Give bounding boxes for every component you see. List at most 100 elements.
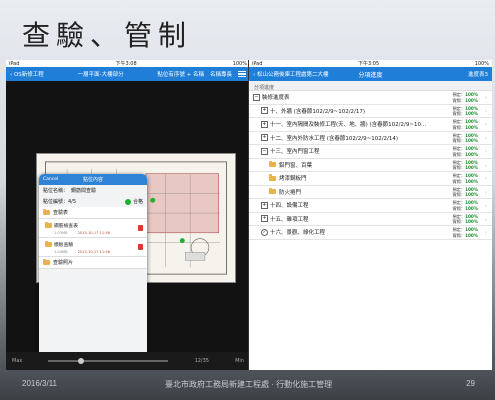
expand-icon[interactable]: + [261,215,268,223]
chevron-right-icon: › [485,162,487,169]
planned-label: 預定： [452,119,466,124]
pdf-icon[interactable] [138,244,143,250]
progress-values: 預定：100% 實際：100% [452,227,478,238]
zoom-slider[interactable] [48,358,169,364]
chevron-right-icon: › [485,122,487,128]
folder-icon [269,174,276,181]
folder-label: 查驗表 [53,210,69,216]
progress-row[interactable]: + 十二、室內外防水工程 (含春節102/2/9~102/2/14) 預定：100%… [249,132,492,145]
back-label: 松山公務後庫工程處第二大樓 [256,72,329,78]
point-label-mode-button[interactable]: 點位有序號 + 名稱 [157,70,204,78]
progress-row[interactable]: ✓ 十六、景觀、綠化工程 預定：100% 實際：100% › [249,226,492,240]
actual-value: 100% [465,97,478,103]
carrier-label: iPad [252,60,263,67]
planned-label: 預定： [452,213,466,219]
actual-value: 100% [465,151,478,157]
planned-value: 100% [465,186,478,192]
chevron-right-icon: › [485,135,487,142]
planned-value: 100% [465,200,478,205]
actual-label: 實際： [452,192,466,197]
progress-row[interactable]: 鋁門窗、百葉 預定：100% 實際：100% › [249,159,492,172]
actual-label: 實際： [452,205,466,211]
point-detail-popover: Cancel 點位內容 點位名稱： 鋼筋間查驗 點位編號：4/5 合格 查驗表 … [39,174,147,369]
progress-row[interactable]: − 裝修進度表 預定：100% 實際：100% › [249,91,492,105]
back-button[interactable]: ‹ 松山公務後庫工程處第二大樓 [253,70,328,78]
actual-label: 實際： [452,124,466,130]
document-item[interactable]: 鋼筋檢查表 1.03MB 2013-10-17 11:56 [39,219,147,238]
planned-label: 預定： [452,146,466,151]
expand-icon[interactable]: + [261,120,268,128]
progress-list: − 裝修進度表 預定：100% 實際：100% › + 十、外牆 (含春節102/2/9~1… [249,91,492,240]
footer-organization: 臺北市政府工務局新建工程處 · 行動化施工管理 [165,380,333,389]
planned-value: 100% [465,132,478,138]
chevron-right-icon: › [485,149,487,155]
planned-label: 預定： [452,132,466,138]
actual-label: 實際： [452,232,466,238]
actual-value: 100% [465,138,478,143]
popover-header: Cancel 點位內容 [39,174,147,185]
chevron-right-icon: › [485,189,487,196]
nav-bar: ‹ OS新修工程 一層平面-大樓部分 點位有序號 + 名稱 名稱專長 [6,67,250,81]
chevron-right-icon: › [485,176,487,182]
folder-photos[interactable]: 查驗照片 [39,257,147,269]
menu-icon[interactable] [238,70,246,78]
planned-value: 100% [465,227,478,232]
footer-page-number: 29 [466,379,475,388]
left-tablet-screen: iPad 下午3:08 100% ‹ OS新修工程 一層平面-大樓部分 點位有序… [6,60,250,370]
planned-label: 預定： [452,105,466,111]
status-bar: iPad 下午3:08 100% [6,60,250,67]
progress-values: 預定：100% 實際：100% [452,187,478,198]
actual-value: 100% [465,192,478,197]
pdf-icon[interactable] [138,225,143,231]
progress-table-button[interactable]: 進度表3 [468,70,488,78]
collapse-icon[interactable]: − [261,147,268,155]
progress-row[interactable]: + 十四、設備工程 預定：100% 實際：100% › [249,199,492,213]
document-title: 鋼筋檢查表 [54,224,78,229]
progress-row[interactable]: + 十、外牆 (含春節102/2/9~102/2/17) 預定：100% 實際：100… [249,105,492,118]
progress-values: 預定：100% 實際：100% [452,92,478,103]
chevron-right-icon: › [485,230,487,236]
progress-row[interactable]: + 十一、室內隔間及裝修工程(天、地、牆) (含春節102/2/9~10... 預定… [249,118,492,132]
cancel-button[interactable]: Cancel [43,177,58,182]
actual-value: 100% [465,178,478,184]
progress-values: 預定：100% 實際：100% [452,173,478,184]
document-date: 2013-10-17 11:56 [77,250,110,254]
document-title: 模板查驗 [54,243,74,248]
expand-icon[interactable]: + [261,201,268,209]
folder-icon [269,187,276,195]
progress-row[interactable]: 烤漆鋼板門 預定：100% 實際：100% › [249,172,492,186]
actual-value: 100% [465,219,478,224]
zoom-max-label: Max [12,358,23,364]
document-size: 1.03MB [54,231,68,235]
progress-values: 預定：100% 實際：100% [452,146,478,157]
status-time: 下午3:08 [115,61,137,67]
floor-plan-area[interactable]: Cancel 點位內容 點位名稱： 鋼筋間查驗 點位編號：4/5 合格 查驗表 … [6,81,250,369]
footer-date: 2016/3/11 [22,379,57,388]
progress-row[interactable]: + 十五、雜項工程 預定：100% 實際：100% › [249,213,492,226]
planned-value: 100% [465,213,478,219]
expand-icon[interactable]: + [261,107,268,115]
planned-label: 預定： [452,227,466,232]
actual-label: 實際： [452,138,466,143]
collapse-icon[interactable]: − [253,93,260,101]
planned-label: 預定： [452,173,466,178]
planned-label: 預定： [452,186,466,192]
document-item[interactable]: 模板查驗 1.04MB 2013-10-17 11:56 [39,238,147,257]
completed-check-icon: ✓ [261,228,268,236]
folder-inspection[interactable]: 查驗表 [39,207,147,219]
back-button[interactable]: ‹ OS新修工程 [10,70,44,78]
actual-label: 實際： [452,111,466,116]
name-mode-button[interactable]: 名稱專長 [210,70,232,78]
page-indicator: 12/35 [194,358,209,364]
expand-icon[interactable]: + [261,134,268,142]
popover-title: 點位內容 [82,177,103,183]
folder-icon [45,240,52,247]
progress-values: 預定：100% 實際：100% [452,133,478,144]
point-name-value[interactable]: 鋼筋間查驗 [71,187,96,194]
chevron-right-icon: › [485,203,487,209]
quality-status[interactable]: 合格 [124,198,143,205]
progress-row[interactable]: 防火捲門 預定：100% 實際：100% › [249,186,492,199]
point-number-row: 點位編號：4/5 合格 [39,196,147,207]
carrier-label: iPad [9,60,20,67]
progress-row[interactable]: − 十三、室內門窗工程 預定：100% 實際：100% › [249,145,492,159]
